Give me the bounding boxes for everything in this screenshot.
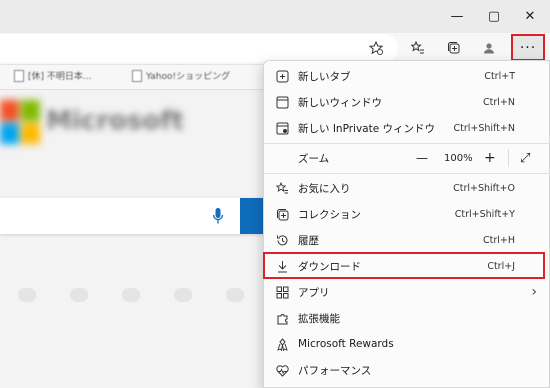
download-highlight-frame bbox=[263, 252, 545, 279]
quick-link-tile[interactable] bbox=[18, 288, 36, 302]
new-window-icon bbox=[274, 94, 290, 110]
quick-link-tile[interactable] bbox=[70, 288, 88, 302]
collections-icon bbox=[448, 42, 460, 54]
menu-item-zoom: ズーム — 100% + ⤢ bbox=[264, 145, 549, 171]
menu-item-shortcut: Ctrl+T bbox=[484, 70, 515, 82]
menu-item-label: 拡張機能 bbox=[298, 312, 340, 325]
address-bar[interactable] bbox=[0, 34, 398, 62]
menu-item-shortcut: Ctrl+N bbox=[483, 96, 515, 108]
settings-more-button[interactable]: ··· bbox=[511, 34, 545, 61]
star-add-icon bbox=[369, 41, 383, 55]
favorites-icon bbox=[274, 180, 290, 196]
menu-item-extensions[interactable]: 拡張機能 bbox=[264, 305, 549, 331]
menu-item-label: パフォーマンス bbox=[298, 364, 372, 377]
minimize-button[interactable]: — bbox=[440, 0, 474, 33]
menu-item-performance[interactable]: パフォーマンス bbox=[264, 357, 549, 383]
maximize-button[interactable]: ▢ bbox=[477, 0, 511, 33]
logo-wordmark: Microsoft bbox=[46, 106, 184, 136]
fullscreen-button[interactable]: ⤢ bbox=[520, 151, 530, 166]
inprivate-icon bbox=[274, 120, 290, 136]
quick-link-tile[interactable] bbox=[122, 288, 140, 302]
menu-item-shortcut: Ctrl+Shift+N bbox=[453, 122, 515, 134]
profile-button[interactable] bbox=[475, 36, 503, 60]
collections-icon bbox=[274, 206, 290, 222]
maximize-icon: ▢ bbox=[487, 9, 501, 24]
page-icon bbox=[132, 69, 142, 82]
menu-item-new-inprivate-window[interactable]: 新しい InPrivate ウィンドウ Ctrl+Shift+N bbox=[264, 115, 549, 141]
menu-item-microsoft-rewards[interactable]: Microsoft Rewards bbox=[264, 331, 549, 357]
zoom-in-button[interactable]: + bbox=[484, 150, 496, 166]
menu-item-label: アプリ bbox=[298, 286, 330, 299]
close-icon: ✕ bbox=[524, 9, 536, 24]
menu-item-label: 新しいタブ bbox=[298, 70, 351, 83]
history-icon bbox=[274, 232, 290, 248]
zoom-level: 100% bbox=[444, 152, 473, 164]
more-icon: ··· bbox=[519, 39, 537, 56]
menu-item-new-tab[interactable]: 新しいタブ Ctrl+T bbox=[264, 63, 549, 89]
web-search-input[interactable] bbox=[0, 198, 274, 234]
menu-item-label: 履歴 bbox=[298, 234, 319, 247]
menu-item-shortcut: Ctrl+H bbox=[482, 234, 515, 246]
menu-item-new-window[interactable]: 新しいウィンドウ Ctrl+N bbox=[264, 89, 549, 115]
microsoft-logo-icon bbox=[0, 100, 40, 144]
favorites-icon bbox=[411, 41, 424, 54]
profile-icon bbox=[484, 43, 494, 54]
add-favorite-button[interactable] bbox=[362, 36, 390, 60]
zoom-out-button[interactable]: — bbox=[416, 151, 428, 165]
title-bar: — ▢ ✕ bbox=[0, 0, 550, 33]
minimize-icon: — bbox=[450, 9, 464, 24]
page-icon bbox=[14, 69, 24, 82]
menu-item-apps[interactable]: アプリ › bbox=[264, 279, 549, 305]
favorite-link[interactable]: [休] 不明日本... bbox=[14, 69, 91, 82]
quick-link-tile[interactable] bbox=[226, 288, 244, 302]
zoom-divider bbox=[508, 149, 509, 167]
menu-item-shortcut: Ctrl+Shift+O bbox=[453, 182, 515, 194]
menu-item-label: 新しいウィンドウ bbox=[298, 96, 382, 109]
menu-item-label: お気に入り bbox=[298, 182, 351, 195]
microphone-icon[interactable] bbox=[212, 207, 224, 225]
performance-icon bbox=[274, 362, 290, 378]
quick-link-tile[interactable] bbox=[174, 288, 192, 302]
menu-item-favorites[interactable]: お気に入り Ctrl+Shift+O bbox=[264, 175, 549, 201]
menu-divider bbox=[264, 143, 549, 144]
menu-item-label: コレクション bbox=[298, 208, 361, 221]
favorite-link[interactable]: Yahoo!ショッピング bbox=[132, 69, 230, 82]
menu-item-label: Microsoft Rewards bbox=[298, 338, 394, 350]
close-window-button[interactable]: ✕ bbox=[513, 0, 547, 33]
apps-icon bbox=[274, 284, 290, 300]
settings-and-more-menu: 新しいタブ Ctrl+T 新しいウィンドウ Ctrl+N 新しい InPriva… bbox=[263, 60, 550, 388]
favorites-button[interactable] bbox=[404, 36, 432, 60]
rewards-icon bbox=[274, 336, 290, 352]
new-tab-icon bbox=[274, 68, 290, 84]
menu-item-collections[interactable]: コレクション Ctrl+Shift+Y bbox=[264, 201, 549, 227]
menu-divider bbox=[264, 173, 549, 174]
menu-item-label: ズーム bbox=[298, 152, 330, 165]
menu-item-label: 新しい InPrivate ウィンドウ bbox=[298, 122, 436, 135]
collections-button[interactable] bbox=[440, 36, 468, 60]
chevron-right-icon: › bbox=[531, 284, 537, 300]
menu-item-history[interactable]: 履歴 Ctrl+H bbox=[264, 227, 549, 253]
quick-links bbox=[0, 288, 274, 302]
menu-item-shortcut: Ctrl+Shift+Y bbox=[454, 208, 515, 220]
extensions-icon bbox=[274, 310, 290, 326]
